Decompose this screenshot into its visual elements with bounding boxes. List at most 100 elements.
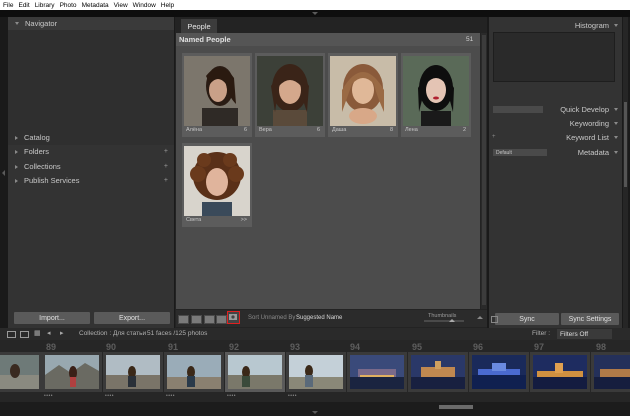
navigator-header[interactable]: Navigator [8, 17, 174, 30]
filmstrip-frame[interactable] [469, 352, 529, 392]
person-card-dasha[interactable]: Даша 8 [328, 53, 398, 137]
grid-icon[interactable]: ▦ [34, 329, 41, 337]
person-photo-count: 6 [316, 127, 320, 133]
frame-number: 90 [106, 342, 117, 352]
menu-view[interactable]: View [114, 2, 128, 9]
rating-dots: •••• [288, 393, 298, 399]
section-publish-services[interactable]: Publish Services + [8, 174, 174, 187]
right-panel-scrollbar[interactable] [623, 17, 628, 328]
menu-photo[interactable]: Photo [60, 2, 77, 9]
section-label: Collections [24, 162, 61, 171]
person-card-lena[interactable]: Лена 2 [401, 53, 471, 137]
section-catalog[interactable]: Catalog [8, 131, 174, 144]
person-card-alena[interactable]: Алёна 6 [182, 53, 252, 137]
loupe-view-icon[interactable] [191, 315, 202, 324]
filter-preset-select[interactable]: Filters Off [557, 329, 612, 339]
histogram-header[interactable]: Histogram [489, 19, 622, 32]
filmstrip-frame[interactable] [0, 352, 42, 392]
sort-unnamed-select[interactable]: Suggested Name [296, 315, 342, 321]
person-name[interactable]: Даша [332, 127, 346, 133]
slider-handle[interactable] [449, 319, 455, 322]
thumbnails-slider[interactable] [424, 320, 464, 322]
filmstrip-frame[interactable] [530, 352, 590, 392]
navigator-preview[interactable] [8, 30, 174, 145]
second-window-icon[interactable] [20, 331, 29, 338]
person-card-vera[interactable]: Вера 6 [255, 53, 325, 137]
expand-arrow-icon [614, 122, 618, 125]
collapse-left-panel-icon[interactable] [2, 170, 5, 176]
back-arrow-icon[interactable]: ◂ [47, 329, 51, 337]
scrollbar-thumb[interactable] [439, 405, 473, 409]
filmstrip-frame[interactable] [103, 352, 163, 392]
menu-library[interactable]: Library [35, 2, 55, 9]
sync-metadata-button[interactable]: Sync [495, 313, 559, 325]
photo-count-label: 51 faces /125 photos [147, 330, 208, 337]
menu-edit[interactable]: Edit [18, 2, 29, 9]
frame-number: 92 [229, 342, 240, 352]
grid-view-icon[interactable] [178, 315, 189, 324]
frame-number: 89 [46, 342, 57, 352]
forward-arrow-icon[interactable]: ▸ [60, 329, 64, 337]
frame-number: 97 [534, 342, 545, 352]
person-card-sveta[interactable]: Света >> [182, 143, 252, 227]
menu-file[interactable]: File [3, 2, 13, 9]
photo-thumbnail [411, 355, 465, 389]
face-thumbnail [184, 146, 250, 216]
face-thumbnail [403, 56, 469, 126]
person-name[interactable]: Света [186, 217, 201, 223]
filmstrip-frame-selected[interactable] [225, 352, 285, 392]
tab-people[interactable]: People [181, 19, 217, 33]
keyword-list-header[interactable]: Keyword List [489, 131, 622, 144]
expand-arrow-icon [15, 149, 18, 154]
import-button[interactable]: Import... [14, 312, 90, 324]
menu-window[interactable]: Window [133, 2, 156, 9]
photo-thumbnail [45, 355, 99, 389]
grid-scrollbar[interactable] [481, 33, 487, 309]
filmstrip-header: ▦ ◂ ▸ Collection : Для статьи 51 faces /… [0, 328, 630, 340]
add-icon[interactable]: + [164, 177, 168, 184]
filmstrip-frame[interactable] [286, 352, 346, 392]
frame-number: 95 [412, 342, 423, 352]
quick-develop-header[interactable]: Quick Develop [489, 103, 622, 116]
compare-view-icon[interactable] [204, 315, 215, 324]
filmstrip-frame[interactable] [164, 352, 224, 392]
menu-metadata[interactable]: Metadata [82, 2, 109, 9]
toolbar-menu-icon[interactable] [477, 316, 483, 319]
menu-help[interactable]: Help [161, 2, 174, 9]
collection-source-label[interactable]: Collection : Для статьи [79, 330, 146, 337]
add-icon[interactable]: + [164, 163, 168, 170]
section-label: Publish Services [24, 176, 80, 185]
face-thumbnail [330, 56, 396, 126]
metadata-header[interactable]: Metadata [489, 146, 622, 159]
filter-label: Filter : [532, 330, 551, 337]
scrollbar-thumb[interactable] [482, 35, 486, 305]
navigator-label: Navigator [25, 19, 58, 28]
module-picker-collapsed[interactable] [0, 10, 630, 17]
person-name[interactable]: Алёна [186, 127, 202, 133]
add-icon[interactable]: + [164, 148, 168, 155]
person-photo-count: 2 [462, 127, 466, 133]
sync-settings-button[interactable]: Sync Settings [561, 313, 619, 325]
scrollbar-thumb[interactable] [624, 102, 627, 187]
photo-thumbnail [167, 355, 221, 389]
main-window-icon[interactable] [7, 331, 16, 338]
person-name[interactable]: Лена [405, 127, 418, 133]
section-folders[interactable]: Folders + [8, 145, 174, 158]
filmstrip-frame[interactable] [42, 352, 102, 392]
person-name[interactable]: Вера [259, 127, 272, 133]
collapse-filmstrip-icon[interactable] [312, 411, 318, 414]
survey-view-icon[interactable] [216, 315, 227, 324]
expand-top-panel-icon[interactable] [312, 12, 318, 15]
auto-sync-toggle[interactable] [491, 316, 498, 323]
filmstrip-frame[interactable] [408, 352, 468, 392]
filmstrip-scrollbar[interactable] [0, 402, 630, 416]
keywording-header[interactable]: Keywording [489, 117, 622, 130]
people-view-button[interactable] [227, 311, 240, 324]
expand-arrow-icon [614, 151, 618, 154]
export-button[interactable]: Export... [94, 312, 170, 324]
filmstrip-frame[interactable] [591, 352, 630, 392]
sort-unnamed-label: Sort Unnamed By : [248, 315, 299, 321]
filmstrip-frame[interactable] [347, 352, 407, 392]
section-collections[interactable]: Collections + [8, 160, 174, 173]
expand-arrow-icon [614, 136, 618, 139]
